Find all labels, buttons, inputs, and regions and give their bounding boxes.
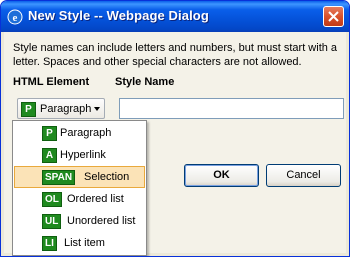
menu-item-badge: UL: [42, 214, 62, 229]
menu-item-label: List item: [64, 237, 105, 249]
close-button[interactable]: [323, 6, 344, 27]
internet-explorer-icon: e: [7, 9, 23, 25]
menu-item-paragraph[interactable]: P Paragraph: [14, 122, 145, 144]
menu-item-badge: SPAN: [42, 170, 76, 185]
menu-item-badge: P: [42, 126, 57, 141]
menu-item-list-item[interactable]: LI List item: [14, 232, 145, 254]
description-text: Style names can include letters and numb…: [13, 42, 338, 68]
cancel-button[interactable]: Cancel: [266, 164, 341, 187]
title-bar[interactable]: e New Style -- Webpage Dialog: [1, 1, 349, 32]
chevron-down-icon[interactable]: [94, 107, 100, 111]
menu-item-label: Unordered list: [67, 215, 136, 227]
menu-item-label: Ordered list: [67, 193, 124, 205]
element-badge: P: [21, 102, 36, 117]
menu-item-ordered-list[interactable]: OL Ordered list: [14, 188, 145, 210]
window-title: New Style -- Webpage Dialog: [28, 8, 209, 23]
dropdown-value: Paragraph: [40, 103, 92, 115]
svg-text:e: e: [13, 12, 18, 24]
html-element-dropdown[interactable]: P Paragraph: [17, 98, 105, 119]
ok-button[interactable]: OK: [184, 164, 259, 187]
menu-item-badge: A: [42, 148, 57, 163]
menu-item-label: Selection: [84, 171, 130, 183]
menu-item-hyperlink[interactable]: A Hyperlink: [14, 144, 145, 166]
style-name-label: Style Name: [115, 76, 175, 88]
html-element-label: HTML Element: [13, 76, 90, 88]
menu-item-unordered-list[interactable]: UL Unordered list: [14, 210, 145, 232]
menu-item-selection[interactable]: SPAN Selection: [14, 166, 145, 188]
menu-item-badge: LI: [42, 236, 57, 251]
dialog-window: e New Style -- Webpage Dialog Style name…: [0, 0, 350, 257]
style-name-input[interactable]: [119, 98, 344, 119]
menu-item-badge: OL: [42, 192, 62, 207]
menu-item-label: Paragraph: [60, 127, 112, 139]
element-dropdown-menu: P Paragraph A Hyperlink SPAN Selection O…: [12, 120, 147, 256]
menu-item-label: Hyperlink: [60, 149, 106, 161]
close-icon: [328, 11, 339, 22]
